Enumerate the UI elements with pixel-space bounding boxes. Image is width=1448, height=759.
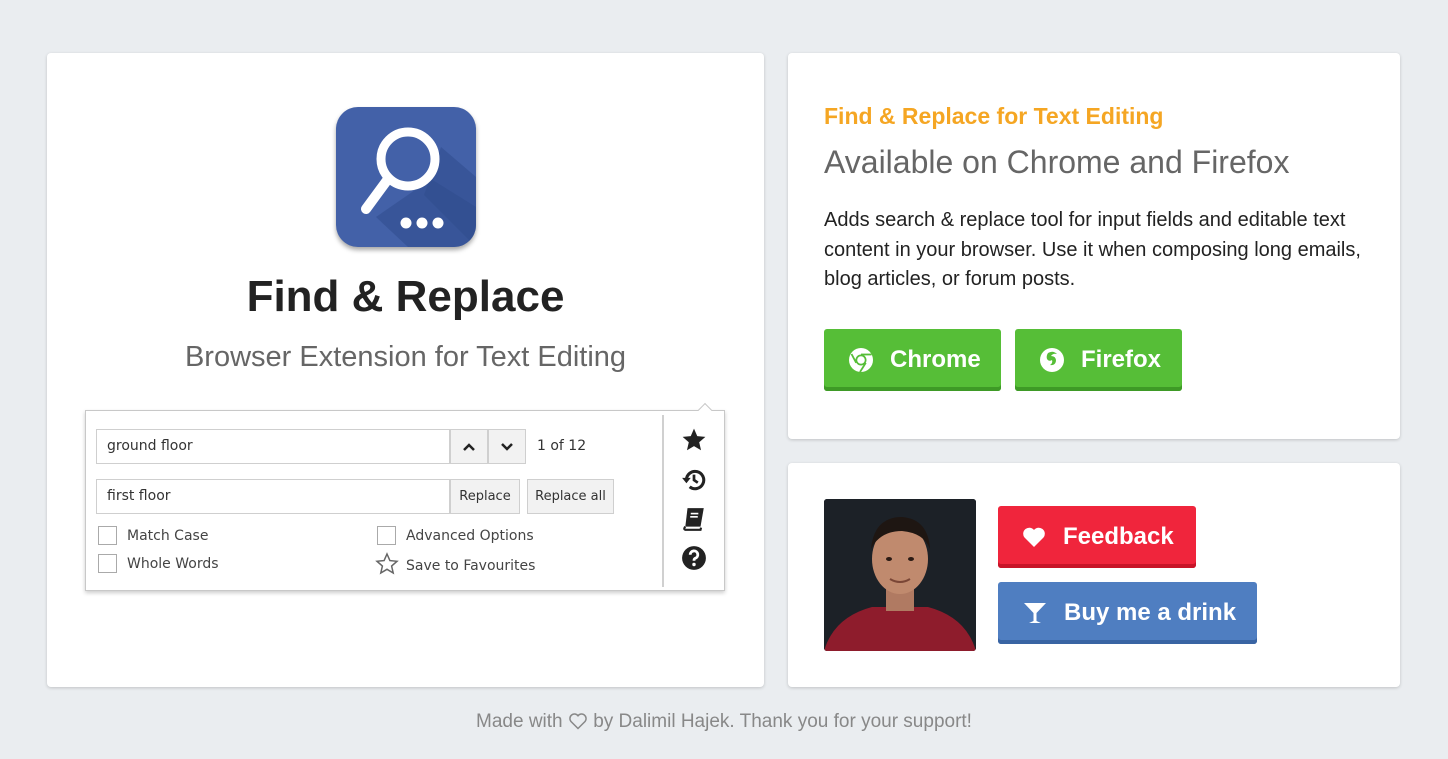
footer-suffix: by Dalimil Hajek. Thank you for your sup… xyxy=(593,711,972,732)
previous-match-button[interactable] xyxy=(450,429,488,464)
preview-sidebar xyxy=(662,415,724,587)
help-icon[interactable] xyxy=(681,545,707,571)
firefox-button[interactable]: Firefox xyxy=(1015,329,1182,391)
replace-button[interactable]: Replace xyxy=(450,479,520,514)
match-case-label: Match Case xyxy=(127,528,209,544)
tagline: Find & Replace for Text Editing xyxy=(824,103,1164,129)
replace-input[interactable]: first floor xyxy=(96,479,450,514)
next-match-button[interactable] xyxy=(488,429,526,464)
chevron-up-icon xyxy=(463,443,475,451)
heart-outline-icon xyxy=(569,713,587,730)
description: Adds search & replace tool for input fie… xyxy=(824,209,1361,290)
firefox-button-label: Firefox xyxy=(1081,346,1162,373)
chrome-icon xyxy=(849,348,873,373)
buy-me-a-drink-button[interactable]: Buy me a drink xyxy=(998,582,1257,644)
footer-prefix: Made with xyxy=(476,711,563,732)
find-input[interactable]: ground floor xyxy=(96,429,450,464)
page-title: Find & Replace xyxy=(246,272,565,321)
footer: Made with by Dalimil Hajek. Thank you fo… xyxy=(0,711,1448,733)
save-to-favourites-label: Save to Favourites xyxy=(406,558,536,574)
star-outline-icon[interactable] xyxy=(375,552,399,576)
chrome-button[interactable]: Chrome xyxy=(824,329,1001,391)
advanced-options-checkbox[interactable] xyxy=(377,526,396,545)
firefox-icon xyxy=(1040,348,1064,372)
product-card: Find & Replace Browser Extension for Tex… xyxy=(47,53,764,687)
feedback-button-label: Feedback xyxy=(1063,523,1174,550)
book-icon[interactable] xyxy=(681,506,707,532)
app-logo-icon xyxy=(336,107,476,247)
feedback-button[interactable]: Feedback xyxy=(998,506,1196,568)
chrome-button-label: Chrome xyxy=(890,346,981,373)
availability-headline: Available on Chrome and Firefox xyxy=(824,144,1290,180)
chevron-down-icon xyxy=(501,443,513,451)
star-icon[interactable] xyxy=(681,427,707,453)
author-card: Feedback Buy me a drink xyxy=(788,463,1400,687)
cocktail-glass-icon xyxy=(1024,603,1046,623)
history-icon[interactable] xyxy=(681,467,707,493)
avatar xyxy=(824,499,976,651)
whole-words-checkbox[interactable] xyxy=(98,554,117,573)
heart-icon xyxy=(1023,527,1045,547)
replace-all-button[interactable]: Replace all xyxy=(527,479,614,514)
whole-words-label: Whole Words xyxy=(127,556,219,572)
page-subtitle: Browser Extension for Text Editing xyxy=(184,341,627,373)
availability-card: Find & Replace for Text Editing Availabl… xyxy=(788,53,1400,439)
extension-preview: ground floor 1 of 12 first floor Replace… xyxy=(85,402,725,591)
match-count: 1 of 12 xyxy=(537,438,587,454)
advanced-options-label: Advanced Options xyxy=(406,528,534,544)
match-case-checkbox[interactable] xyxy=(98,526,117,545)
drink-button-label: Buy me a drink xyxy=(1064,599,1237,626)
